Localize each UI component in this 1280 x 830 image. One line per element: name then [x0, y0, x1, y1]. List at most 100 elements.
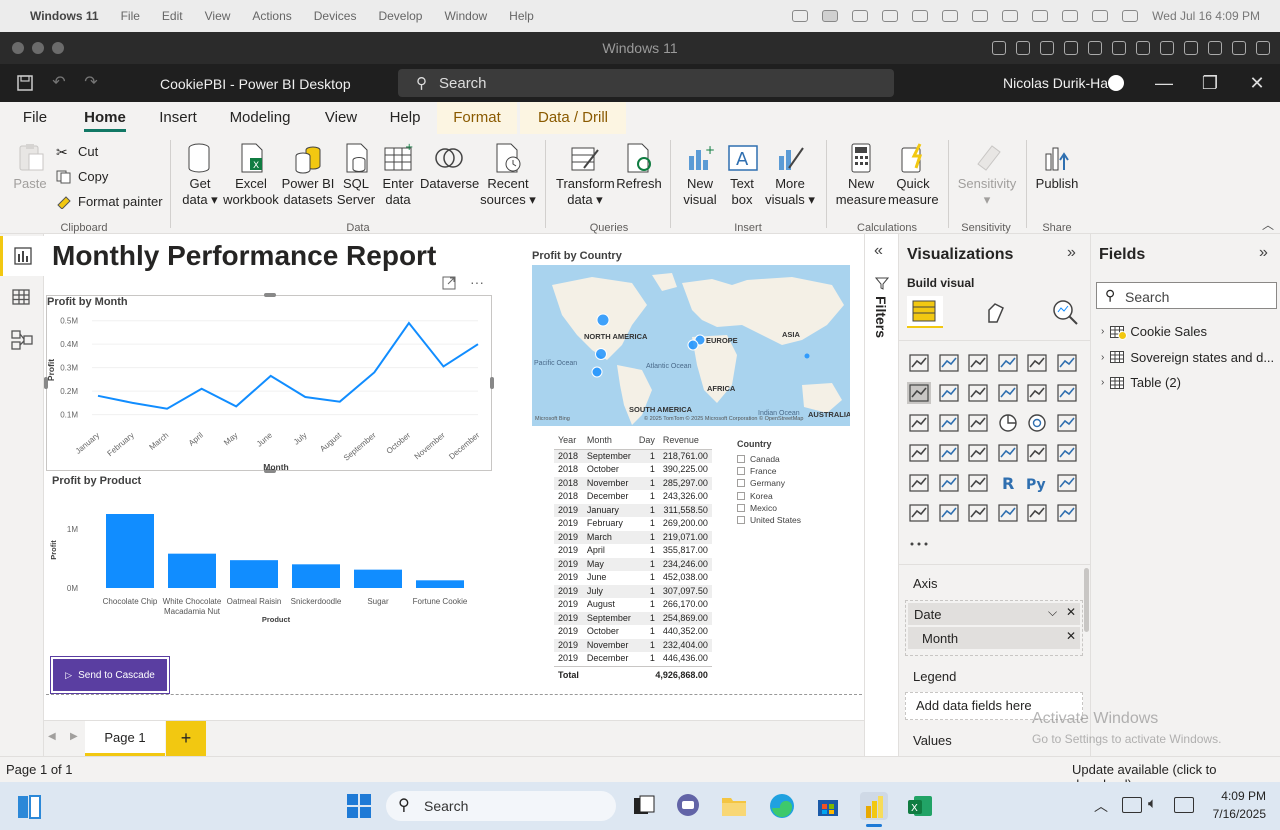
- wifi-icon[interactable]: [1062, 10, 1079, 22]
- tray-date[interactable]: 7/16/2025: [1196, 807, 1266, 821]
- waterfall-visual-icon[interactable]: [907, 412, 931, 434]
- line-point[interactable]: [338, 400, 341, 403]
- table-row[interactable]: 2019 May 1 234,246.00: [554, 557, 712, 571]
- clustered-column-visual-icon[interactable]: [996, 352, 1020, 374]
- resize-handle-top[interactable]: [264, 293, 276, 297]
- tab-insert[interactable]: Insert: [150, 102, 206, 134]
- remove-field-icon[interactable]: ✕: [1066, 629, 1076, 643]
- chevron-right-icon[interactable]: ›: [1101, 352, 1104, 363]
- remove-field-icon[interactable]: ✕: [1066, 605, 1076, 619]
- map-bubble-mexico[interactable]: [591, 366, 603, 378]
- sql-server-button[interactable]: SQL Server: [336, 142, 376, 208]
- close-button[interactable]: ✕: [1243, 70, 1271, 96]
- save-icon[interactable]: [16, 74, 34, 92]
- paginated-visual-icon[interactable]: [966, 502, 990, 524]
- donut-visual-icon[interactable]: [1025, 412, 1049, 434]
- field-table-item[interactable]: › Cookie Sales: [1101, 324, 1277, 340]
- control-center-icon[interactable]: [1122, 10, 1139, 22]
- line-point[interactable]: [166, 407, 169, 410]
- store-icon[interactable]: [814, 792, 842, 820]
- table-row[interactable]: 2018 October 1 390,225.00: [554, 463, 712, 477]
- volume-icon[interactable]: 🔈︎: [1148, 795, 1157, 812]
- table-row[interactable]: 2018 December 1 243,326.00: [554, 490, 712, 504]
- collapse-fields-icon[interactable]: »: [1259, 244, 1268, 262]
- ribbon-visual-icon[interactable]: [1055, 382, 1079, 404]
- kpi-visual-icon[interactable]: [1055, 442, 1079, 464]
- clustered-bar-visual-icon[interactable]: [966, 352, 990, 374]
- collapse-viz-icon[interactable]: »: [1067, 244, 1076, 262]
- product-bar[interactable]: [354, 569, 402, 588]
- sensitivity-button[interactable]: Sensitivity ▾: [954, 142, 1020, 208]
- slicer-visual-icon[interactable]: [907, 472, 931, 494]
- stacked-column-visual-icon[interactable]: [937, 352, 961, 374]
- camera-icon[interactable]: [1160, 41, 1174, 55]
- undo-icon[interactable]: ↶: [50, 74, 68, 92]
- microphone-icon[interactable]: [1112, 41, 1126, 55]
- pie-visual-icon[interactable]: [996, 412, 1020, 434]
- axis-field-date[interactable]: Date ⌵ ✕: [908, 603, 1080, 625]
- product-bar[interactable]: [230, 560, 278, 588]
- text-box-button[interactable]: A Text box: [722, 142, 762, 208]
- user-name[interactable]: Nicolas Durik-Ha: [1003, 75, 1108, 91]
- chevron-down-icon[interactable]: ⌵: [1048, 605, 1057, 620]
- new-visual-button[interactable]: + New visual: [678, 142, 722, 208]
- terminal-icon[interactable]: [1208, 41, 1222, 55]
- collapse-ribbon-icon[interactable]: ︿: [1262, 216, 1274, 233]
- stacked-bar-visual-icon[interactable]: [907, 352, 931, 374]
- checkbox[interactable]: [737, 479, 745, 488]
- new-measure-button[interactable]: New measure: [834, 142, 888, 208]
- sound-icon[interactable]: [1088, 41, 1102, 55]
- filters-pane[interactable]: « Filters: [864, 234, 898, 756]
- stacked-area-visual-icon[interactable]: [966, 382, 990, 404]
- mic-status-icon[interactable]: [792, 10, 809, 22]
- table-row[interactable]: 2019 August 1 266,170.00: [554, 598, 712, 612]
- product-bar[interactable]: [106, 514, 154, 588]
- file-explorer-icon[interactable]: [720, 792, 748, 820]
- revenue-table-visual[interactable]: Year Month Day Revenue 2018 September 1 218,76…: [554, 431, 712, 684]
- play-icon[interactable]: [1002, 10, 1019, 22]
- product-bar[interactable]: [168, 553, 216, 588]
- table-row[interactable]: 2019 January 1 311,558.50: [554, 503, 712, 517]
- slicer-item[interactable]: United States: [737, 514, 801, 526]
- scatter-visual-icon[interactable]: [966, 412, 990, 434]
- redo-icon[interactable]: ↷: [82, 74, 100, 92]
- map-visual-icon[interactable]: [907, 442, 931, 464]
- decomposition-tree-visual-icon[interactable]: [907, 502, 931, 524]
- line-point[interactable]: [304, 396, 307, 399]
- tab-view[interactable]: View: [316, 102, 366, 134]
- window-icon[interactable]: [942, 10, 959, 22]
- format-painter-button[interactable]: Format painter: [56, 194, 163, 210]
- taskbar-search[interactable]: ⚲ Search: [386, 791, 616, 821]
- mac-menu-file[interactable]: File: [121, 9, 140, 23]
- table-visual-icon[interactable]: [937, 472, 961, 494]
- edge-icon[interactable]: [768, 792, 796, 820]
- gear-status-icon[interactable]: [882, 10, 899, 22]
- card-visual-icon[interactable]: [996, 442, 1020, 464]
- tab-modeling[interactable]: Modeling: [220, 102, 300, 134]
- tab-page-1[interactable]: Page 1: [85, 721, 165, 756]
- recent-sources-button[interactable]: Recent sources ▾: [480, 142, 536, 208]
- table-view-button[interactable]: [0, 278, 44, 318]
- azure-map-visual-icon[interactable]: [1025, 502, 1049, 524]
- mac-menu-develop[interactable]: Develop: [378, 9, 422, 23]
- line-point[interactable]: [97, 394, 100, 397]
- profit-line[interactable]: [97, 321, 479, 410]
- avatar[interactable]: [1108, 75, 1124, 91]
- line-point[interactable]: [235, 405, 238, 408]
- format-visual-tab[interactable]: [983, 300, 1009, 329]
- dataverse-button[interactable]: Dataverse: [420, 142, 479, 192]
- pbi-datasets-button[interactable]: Power BI datasets: [280, 142, 336, 208]
- axis-well[interactable]: Date ⌵ ✕ Month ✕: [905, 600, 1083, 656]
- field-table-item[interactable]: › Table (2): [1101, 375, 1277, 390]
- network-icon[interactable]: [1064, 41, 1078, 55]
- prev-page-icon[interactable]: ◀: [48, 731, 56, 742]
- tab-file[interactable]: File: [12, 102, 58, 134]
- line-clustered-visual-icon[interactable]: [1025, 382, 1049, 404]
- cut-button[interactable]: ✂ Cut: [56, 144, 98, 159]
- fields-search-input[interactable]: ⚲ Search: [1096, 282, 1277, 309]
- checkbox[interactable]: [737, 467, 745, 476]
- map-bubble-canada[interactable]: [596, 313, 610, 327]
- python-visual-visual-icon[interactable]: Py: [1025, 472, 1049, 494]
- report-view-button[interactable]: [0, 236, 44, 276]
- copy-button[interactable]: Copy: [56, 169, 108, 184]
